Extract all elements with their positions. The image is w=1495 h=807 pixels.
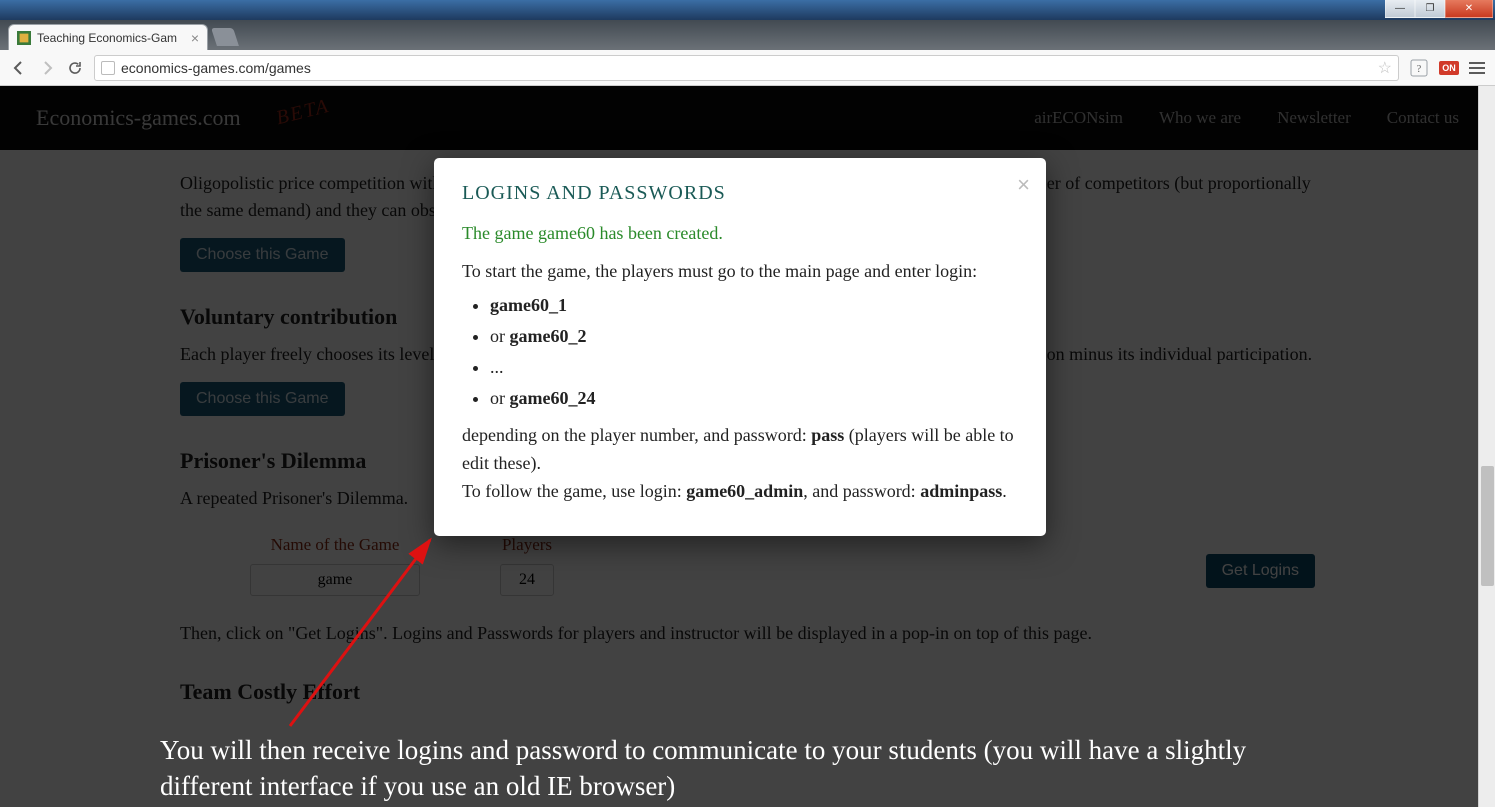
modal-created-message: The game game60 has been created.: [462, 223, 1018, 244]
scroll-thumb[interactable]: [1481, 466, 1494, 586]
arrow-left-icon: [10, 59, 28, 77]
login-list: game60_1 or game60_2 ... or game60_24: [490, 292, 1018, 413]
url-input[interactable]: [121, 60, 1372, 76]
page-icon: [101, 61, 115, 75]
login-item: game60_1: [490, 292, 1018, 320]
tab-close-icon[interactable]: ×: [191, 30, 199, 46]
chrome-menu-button[interactable]: [1469, 62, 1485, 74]
arrow-right-icon: [38, 59, 56, 77]
window-close-button[interactable]: ✕: [1445, 0, 1493, 18]
login-item: or game60_24: [490, 385, 1018, 413]
favicon-icon: [17, 31, 31, 45]
modal-title: LOGINS AND PASSWORDS: [462, 182, 1018, 205]
window-maximize-button[interactable]: ❐: [1415, 0, 1445, 18]
modal-password-note: depending on the player number, and pass…: [462, 422, 1018, 478]
extension-icon[interactable]: ?: [1409, 58, 1429, 78]
window-minimize-button[interactable]: —: [1385, 0, 1415, 18]
tab-title: Teaching Economics-Gam: [37, 31, 185, 45]
svg-text:?: ?: [1417, 64, 1422, 75]
login-item: or game60_2: [490, 323, 1018, 351]
logins-modal: × LOGINS AND PASSWORDS The game game60 h…: [434, 158, 1046, 536]
annotation-caption: You will then receive logins and passwor…: [160, 732, 1320, 805]
browser-tabstrip: Teaching Economics-Gam ×: [0, 20, 1495, 50]
forward-button[interactable]: [38, 59, 56, 77]
modal-close-button[interactable]: ×: [1017, 172, 1030, 198]
bookmark-star-icon[interactable]: ☆: [1378, 58, 1392, 78]
back-button[interactable]: [10, 59, 28, 77]
login-item: ...: [490, 354, 1018, 382]
modal-intro: To start the game, the players must go t…: [462, 258, 1018, 286]
on-badge: ON: [1439, 61, 1459, 75]
browser-tab-active[interactable]: Teaching Economics-Gam ×: [8, 24, 208, 50]
scrollbar[interactable]: [1478, 86, 1495, 807]
modal-admin-note: To follow the game, use login: game60_ad…: [462, 478, 1018, 506]
browser-toolbar: ☆ ? ON: [0, 50, 1495, 86]
lastpass-icon[interactable]: ON: [1439, 58, 1459, 78]
reload-icon: [67, 60, 83, 76]
new-tab-button[interactable]: [211, 28, 239, 46]
os-titlebar: — ❐ ✕: [0, 0, 1495, 20]
address-bar[interactable]: ☆: [94, 55, 1399, 81]
reload-button[interactable]: [66, 59, 84, 77]
